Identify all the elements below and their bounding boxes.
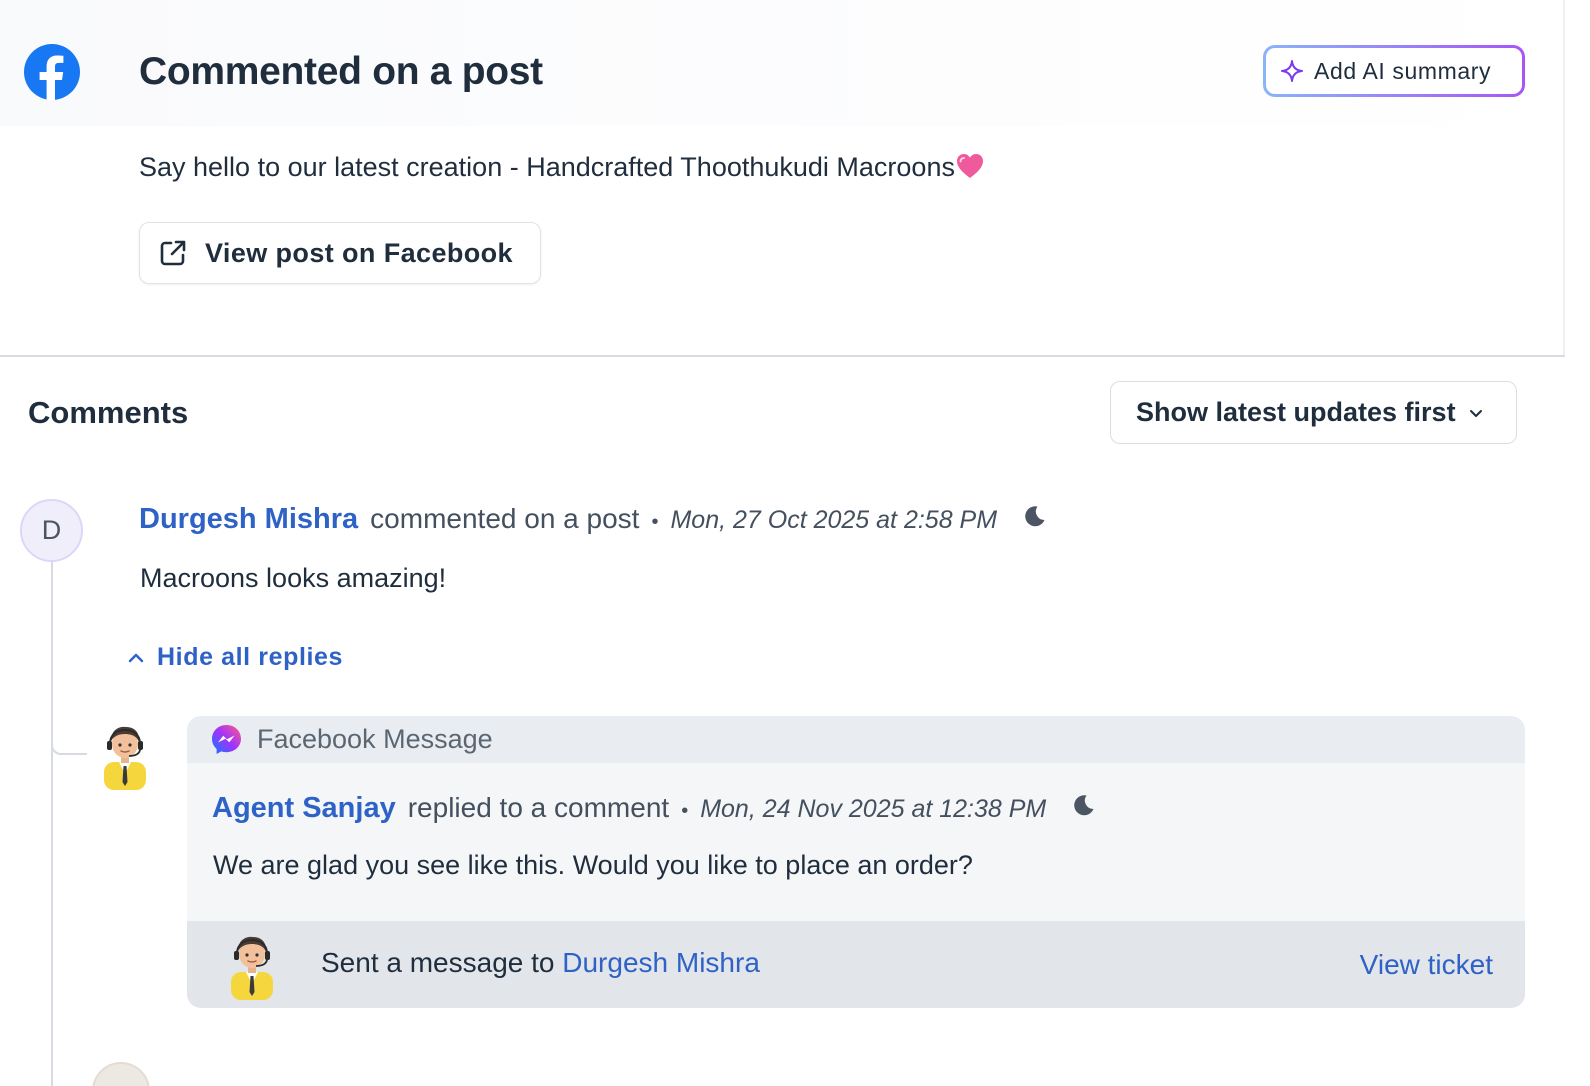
thread-line (51, 562, 53, 1086)
chevron-down-icon (1469, 409, 1482, 417)
page-title: Commented on a post (139, 50, 543, 93)
comment-header: Durgesh Mishra commented on a post • Mon… (139, 503, 1047, 536)
chevron-up-icon (128, 653, 144, 662)
reply-author-link[interactable]: Agent Sanjay (212, 792, 396, 825)
ai-button-label: Add AI summary (1314, 57, 1492, 84)
meta-separator: • (681, 800, 689, 822)
view-post-label: View post on Facebook (205, 237, 513, 268)
view-post-button[interactable]: View post on Facebook (139, 222, 541, 284)
agent-avatar-icon (231, 936, 273, 1000)
recipient-link[interactable]: Durgesh Mishra (562, 947, 760, 978)
comment-author-link[interactable]: Durgesh Mishra (139, 503, 358, 536)
avatar-initial: D (41, 515, 62, 545)
reply-card: Facebook Message Agent Sanjay replied to… (187, 716, 1525, 1008)
reply-channel-label: Facebook Message (257, 724, 493, 754)
comments-heading: Comments (28, 395, 189, 430)
sparkle-icon (1281, 60, 1303, 82)
thread-branch (51, 735, 87, 755)
sort-order-dropdown[interactable]: Show latest updates first (1110, 381, 1517, 444)
comment-timestamp: Mon, 27 Oct 2025 at 2:58 PM (670, 506, 998, 534)
messenger-icon (212, 725, 241, 754)
reply-body: We are glad you see like this. Would you… (213, 850, 973, 880)
post-text: Say hello to our latest creation - Handc… (139, 152, 984, 183)
ai-button-body: Add AI summary (1266, 48, 1522, 94)
section-divider (0, 355, 1565, 357)
moon-icon (1025, 506, 1045, 527)
avatar (92, 1062, 150, 1086)
add-ai-summary-button[interactable]: Add AI summary (1263, 45, 1525, 97)
right-border (1563, 0, 1565, 357)
sent-message-prefix: Sent a message to (321, 947, 563, 978)
facebook-icon (24, 44, 80, 100)
sort-order-label: Show latest updates first (1136, 397, 1456, 427)
reply-channel-header: Facebook Message (187, 716, 1525, 763)
post-text-content: Say hello to our latest creation - Handc… (139, 152, 955, 182)
reply-timestamp: Mon, 24 Nov 2025 at 12:38 PM (700, 795, 1047, 823)
conversation-page: Commented on a post Add AI summary Say h… (0, 0, 1590, 1086)
view-ticket-link[interactable]: View ticket (1360, 949, 1493, 981)
avatar: D (20, 499, 83, 562)
sent-message-text: Sent a message to Durgesh Mishra (321, 947, 760, 979)
meta-separator: • (651, 511, 659, 533)
hide-replies-toggle[interactable]: Hide all replies (125, 643, 343, 672)
agent-avatar-icon (104, 726, 146, 790)
hide-replies-label: Hide all replies (157, 643, 344, 671)
heart-emoji-icon (956, 154, 983, 178)
reply-action: replied to a comment (407, 792, 670, 823)
sent-message-footer: Sent a message to Durgesh Mishra View ti… (187, 921, 1525, 1008)
comment-action: commented on a post (370, 503, 640, 534)
reply-header: Agent Sanjay replied to a comment • Mon,… (212, 792, 1096, 825)
comment-body: Macroons looks amazing! (140, 563, 447, 593)
external-link-icon (160, 240, 186, 266)
moon-icon (1074, 795, 1094, 816)
